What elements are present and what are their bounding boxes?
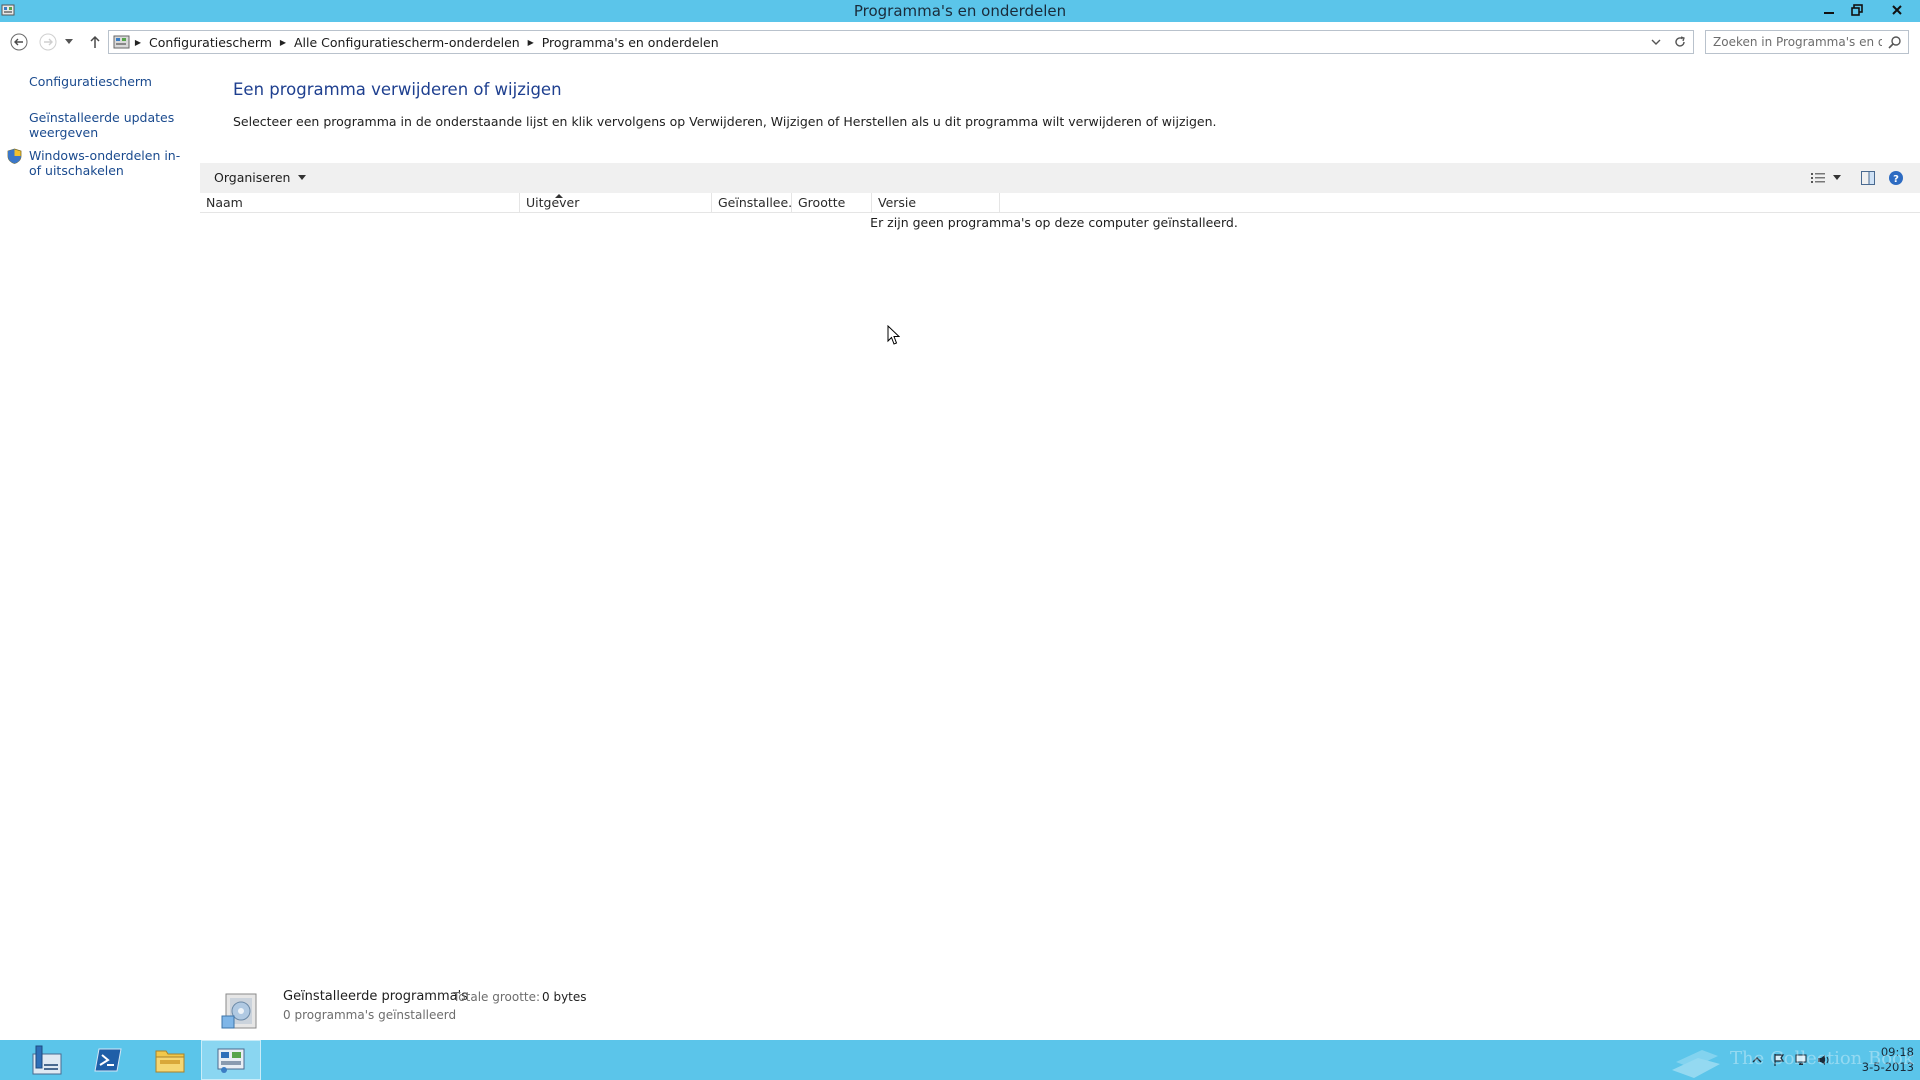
address-bar-controls [1647, 33, 1689, 51]
recent-locations-button[interactable] [62, 31, 76, 53]
chevron-down-icon [1833, 175, 1841, 180]
breadcrumb-separator-icon[interactable]: ▶ [276, 38, 290, 47]
back-button[interactable] [8, 31, 30, 53]
magnifier-icon[interactable] [1888, 35, 1902, 49]
taskbar-file-explorer[interactable] [140, 1040, 200, 1080]
preview-pane-button[interactable] [1860, 170, 1876, 186]
column-header-row: Naam Uitgever Geïnstallee... Grootte Ver… [200, 193, 1920, 213]
navigation-bar: ▶ Configuratiescherm ▶ Alle Configuratie… [0, 22, 1920, 60]
column-header-installed-on[interactable]: Geïnstallee... [712, 193, 792, 213]
watermark-text: The Collection Book [1730, 1048, 1914, 1069]
link-windows-features[interactable]: Windows-onderdelen in- of uitschakelen [29, 148, 189, 178]
powershell-icon [94, 1048, 122, 1072]
preview-pane-icon [1861, 171, 1875, 185]
restore-icon [1851, 4, 1863, 16]
installed-count: 0 programma's geïnstalleerd [283, 1008, 457, 1022]
mouse-cursor-icon [887, 325, 900, 345]
command-bar: Organiseren ? [200, 163, 1920, 193]
organize-label: Organiseren [214, 170, 291, 185]
breadcrumb-control-panel[interactable]: Configuratiescherm [145, 35, 276, 50]
refresh-icon[interactable] [1671, 33, 1689, 51]
up-button[interactable] [84, 31, 106, 53]
title-bar: Programma's en onderdelen [0, 0, 1920, 22]
search-box[interactable] [1705, 30, 1909, 54]
view-options-dropdown[interactable] [1832, 170, 1842, 186]
address-bar[interactable]: ▶ Configuratiescherm ▶ Alle Configuratie… [108, 30, 1694, 54]
page-title: Een programma verwijderen of wijzigen [233, 80, 562, 99]
total-size-label: Totale grootte: [453, 990, 541, 1004]
window-title: Programma's en onderdelen [853, 2, 1067, 20]
watermark: The Collection Book [1668, 1040, 1914, 1080]
column-header-version[interactable]: Versie [872, 193, 1000, 213]
arrow-right-icon [39, 33, 57, 51]
book-watermark-icon [1672, 1050, 1720, 1078]
close-button[interactable] [1882, 0, 1912, 20]
control-panel-location-icon [113, 35, 130, 49]
restore-button[interactable] [1844, 0, 1870, 20]
breadcrumb-programs-features[interactable]: Programma's en onderdelen [538, 35, 723, 50]
breadcrumb-all-items[interactable]: Alle Configuratiescherm-onderdelen [290, 35, 524, 50]
total-size-value: 0 bytes [542, 990, 587, 1004]
column-header-publisher[interactable]: Uitgever [520, 193, 712, 213]
search-input[interactable] [1706, 31, 1882, 53]
taskbar-powershell[interactable] [78, 1040, 138, 1080]
empty-list-text: Er zijn geen programma's op deze compute… [870, 215, 1238, 230]
help-icon: ? [1889, 171, 1903, 185]
control-panel-icon [217, 1048, 245, 1073]
forward-button[interactable] [37, 31, 59, 53]
details-title: Geïnstalleerde programma's [283, 989, 468, 1004]
arrow-left-icon [10, 33, 28, 51]
organize-button[interactable]: Organiseren [214, 170, 307, 185]
change-view-button[interactable] [1810, 170, 1826, 186]
link-installed-updates[interactable]: Geïnstalleerde updates weergeven [29, 110, 189, 140]
breadcrumb-separator-icon[interactable]: ▶ [131, 38, 145, 47]
page-description: Selecteer een programma in de onderstaan… [233, 114, 1217, 129]
chevron-down-icon [65, 39, 73, 44]
empty-list-message: Er zijn geen programma's op deze compute… [200, 215, 1920, 230]
taskbar: 09:18 3-5-2013 [0, 1040, 1920, 1080]
taskbar-server-manager[interactable] [17, 1040, 77, 1080]
help-button[interactable]: ? [1888, 170, 1904, 186]
breadcrumb-separator-icon[interactable]: ▶ [524, 38, 538, 47]
details-pane: Geïnstalleerde programma's Totale groott… [200, 976, 1200, 1032]
svg-text:?: ? [1893, 174, 1899, 185]
installed-programs-icon [221, 993, 257, 1029]
close-icon [1892, 5, 1902, 15]
arrow-up-icon [90, 35, 100, 48]
column-header-size[interactable]: Grootte [792, 193, 872, 213]
link-control-panel-home[interactable]: Configuratiescherm [29, 74, 152, 89]
left-navigation-pane: Configuratiescherm Geïnstalleerde update… [0, 60, 196, 1040]
chevron-down-icon [298, 174, 307, 180]
server-manager-icon [32, 1045, 62, 1075]
taskbar-control-panel-active[interactable] [201, 1040, 261, 1080]
view-details-icon [1811, 173, 1825, 183]
uac-shield-icon [7, 148, 22, 164]
minimize-button[interactable] [1816, 0, 1842, 20]
folder-icon [155, 1050, 185, 1073]
address-history-dropdown-icon[interactable] [1647, 33, 1665, 51]
column-header-name[interactable]: Naam [200, 193, 520, 213]
minimize-icon [1824, 12, 1834, 14]
